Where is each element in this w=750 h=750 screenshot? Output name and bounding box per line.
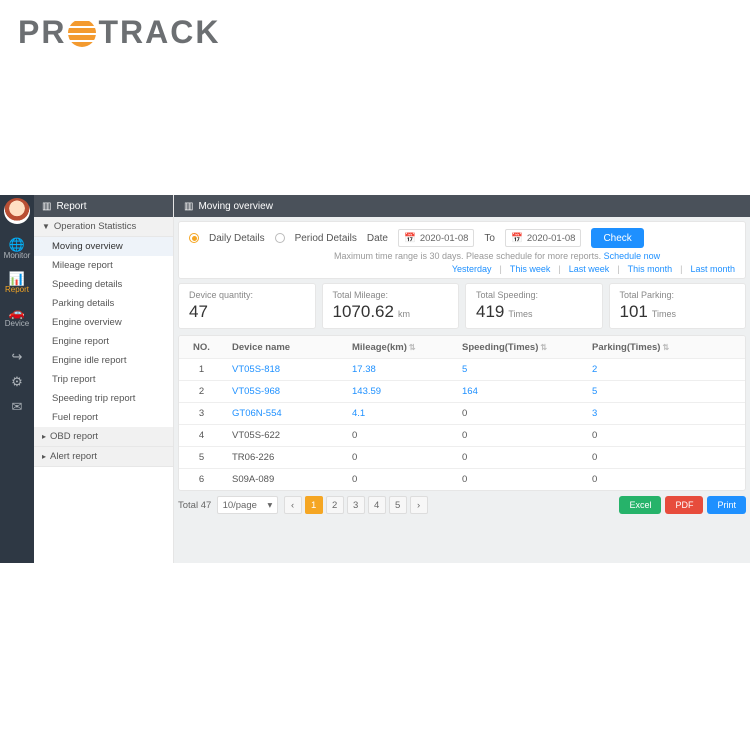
footer-icon-2[interactable]: ✉	[0, 394, 34, 419]
col-header[interactable]: Speeding(Times)⇅	[454, 342, 584, 353]
schedule-now-link[interactable]: Schedule now	[604, 251, 661, 261]
side-panel-title: ▥ Report	[34, 195, 173, 217]
date-from-input[interactable]: 📅 2020-01-08	[398, 229, 474, 247]
total-label: Total 47	[178, 500, 211, 511]
footer-icon-0[interactable]: ↪	[0, 344, 34, 369]
check-button[interactable]: Check	[591, 228, 643, 248]
tree-group[interactable]: ▸OBD report	[34, 427, 173, 447]
radio-period[interactable]	[275, 233, 285, 243]
tree-item[interactable]: Trip report	[34, 370, 173, 389]
col-header[interactable]: NO.	[179, 342, 224, 353]
date-label: Date	[367, 233, 388, 244]
col-header[interactable]: Parking(Times)⇅	[584, 342, 745, 353]
device-name: S09A-089	[224, 474, 344, 485]
radio-period-label: Period Details	[295, 233, 357, 244]
page-button[interactable]: 5	[389, 496, 407, 514]
radio-daily-label: Daily Details	[209, 233, 265, 244]
export-pdf-button[interactable]: PDF	[665, 496, 703, 514]
chevron-down-icon: ▾	[268, 500, 273, 511]
table-row: 2VT05S-968143.591645	[179, 380, 745, 402]
table-row: 4VT05S-622000	[179, 424, 745, 446]
tree-item[interactable]: Mileage report	[34, 256, 173, 275]
brand-logo: PRTRACK	[0, 0, 750, 59]
page-button[interactable]: 2	[326, 496, 344, 514]
tree-item[interactable]: Parking details	[34, 294, 173, 313]
sort-icon: ⇅	[540, 343, 547, 352]
filter-note: Maximum time range is 30 days. Please sc…	[189, 251, 735, 261]
page-button[interactable]: 1	[305, 496, 323, 514]
nav-report[interactable]: 📊Report	[0, 266, 34, 300]
page-button[interactable]: 3	[347, 496, 365, 514]
range-link[interactable]: Yesterday	[452, 264, 492, 274]
table-row: 6S09A-089000	[179, 468, 745, 490]
logo-mark-icon	[68, 19, 96, 47]
footer-icon-1[interactable]: ⚙	[0, 369, 34, 394]
calendar-icon: 📅	[511, 233, 523, 244]
caret-icon: ▸	[42, 432, 46, 441]
print-button[interactable]: Print	[707, 496, 746, 514]
radio-daily[interactable]	[189, 233, 199, 243]
device-name[interactable]: VT05S-968	[224, 386, 344, 397]
caret-icon: ▼	[42, 222, 50, 231]
stat-card: Device quantity:47	[178, 283, 316, 329]
avatar[interactable]	[4, 198, 30, 224]
nav-iconbar: 🌐Monitor📊Report🚗Device ↪⚙✉	[0, 195, 34, 563]
monitor-icon: 🌐	[9, 238, 25, 251]
sort-icon: ⇅	[409, 343, 416, 352]
tree-item[interactable]: Engine overview	[34, 313, 173, 332]
tree-group[interactable]: ▸Alert report	[34, 447, 173, 467]
data-table: NO.Device nameMileage(km)⇅Speeding(Times…	[178, 335, 746, 491]
range-link[interactable]: This week	[510, 264, 551, 274]
main-title: ▥ Moving overview	[174, 195, 750, 217]
table-row: 1VT05S-81817.3852	[179, 358, 745, 380]
export-excel-button[interactable]: Excel	[619, 496, 661, 514]
stat-card: Total Speeding:419Times	[465, 283, 603, 329]
device-name[interactable]: VT05S-818	[224, 364, 344, 375]
tree-item[interactable]: Speeding details	[34, 275, 173, 294]
device-name: VT05S-622	[224, 430, 344, 441]
table-row: 3GT06N-5544.103	[179, 402, 745, 424]
report-icon: 📊	[9, 272, 25, 285]
sort-icon: ⇅	[662, 343, 669, 352]
calendar-icon: 📅	[404, 233, 416, 244]
col-header[interactable]: Device name	[224, 342, 344, 353]
tree-group[interactable]: ▼Operation Statistics	[34, 217, 173, 237]
col-header[interactable]: Mileage(km)⇅	[344, 342, 454, 353]
tree-item[interactable]: Speeding trip report	[34, 389, 173, 408]
page-next-button[interactable]: ›	[410, 496, 428, 514]
tree-item[interactable]: Engine report	[34, 332, 173, 351]
report-side-panel: ▥ Report ▼Operation StatisticsMoving ove…	[34, 195, 174, 563]
to-label: To	[484, 233, 495, 244]
device-icon: 🚗	[9, 306, 25, 319]
page-prev-button[interactable]: ‹	[284, 496, 302, 514]
nav-monitor[interactable]: 🌐Monitor	[0, 232, 34, 266]
device-name[interactable]: GT06N-554	[224, 408, 344, 419]
range-link[interactable]: This month	[628, 264, 673, 274]
range-link[interactable]: Last month	[690, 264, 735, 274]
tree-item[interactable]: Moving overview	[34, 237, 173, 256]
bar-chart-icon: ▥	[42, 201, 51, 212]
range-link[interactable]: Last week	[569, 264, 610, 274]
tree-item[interactable]: Engine idle report	[34, 351, 173, 370]
table-row: 5TR06-226000	[179, 446, 745, 468]
bar-chart-icon: ▥	[184, 201, 193, 212]
stat-card: Total Parking:101Times	[609, 283, 747, 329]
nav-device[interactable]: 🚗Device	[0, 300, 34, 334]
device-name: TR06-226	[224, 452, 344, 463]
page-button[interactable]: 4	[368, 496, 386, 514]
caret-icon: ▸	[42, 452, 46, 461]
tree-item[interactable]: Fuel report	[34, 408, 173, 427]
filter-toolbar: Daily Details Period Details Date 📅 2020…	[178, 221, 746, 279]
page-size-select[interactable]: 10/page ▾	[217, 496, 279, 514]
stat-card: Total Mileage:1070.62km	[322, 283, 460, 329]
date-to-input[interactable]: 📅 2020-01-08	[505, 229, 581, 247]
